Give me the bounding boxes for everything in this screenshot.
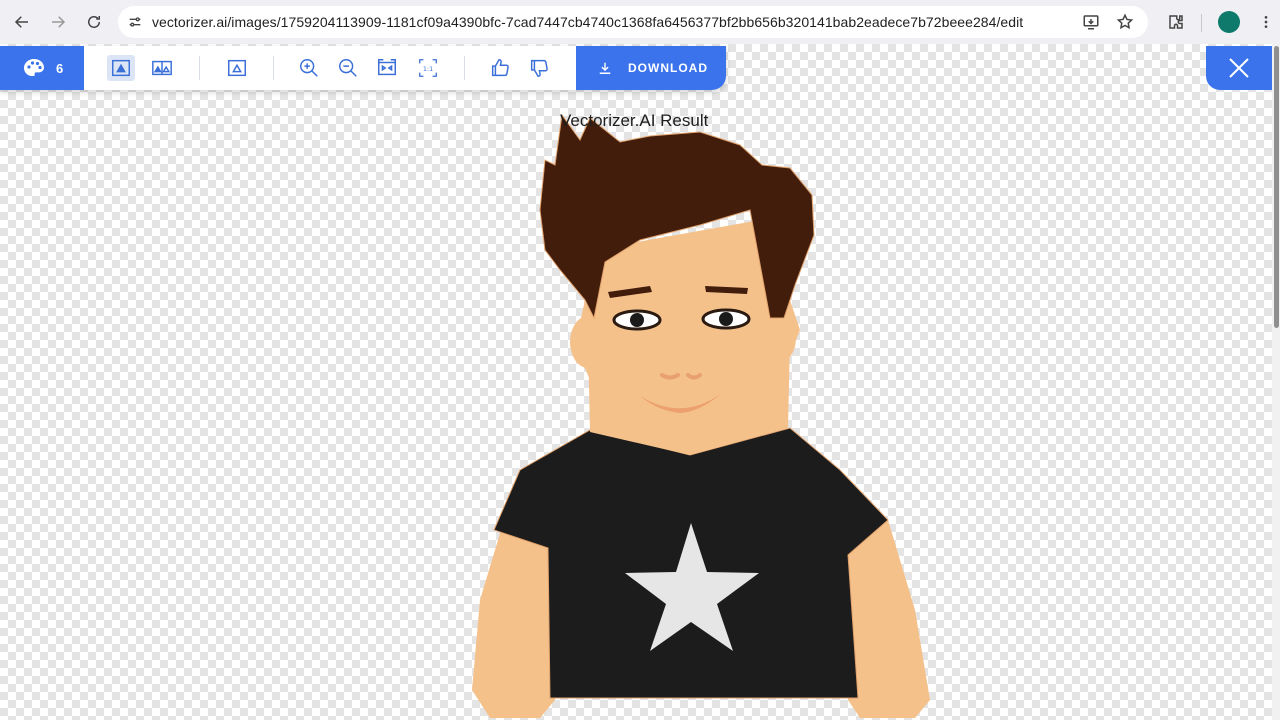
install-app-icon[interactable]	[1082, 13, 1100, 31]
actual-size-icon: 1:1	[419, 59, 437, 77]
overlay-view-icon	[228, 59, 246, 77]
address-bar[interactable]: vectorizer.ai/images/1759204113909-1181c…	[118, 6, 1148, 38]
reload-icon[interactable]	[80, 8, 108, 36]
thumbs-up-button[interactable]	[486, 55, 514, 81]
fit-to-screen-icon	[378, 59, 396, 76]
thumbs-up-icon	[491, 59, 509, 77]
menu-icon[interactable]	[1252, 8, 1280, 36]
back-icon[interactable]	[8, 8, 36, 36]
single-view-icon	[112, 59, 130, 77]
download-label: DOWNLOAD	[628, 61, 708, 75]
vectorized-image	[472, 113, 930, 718]
download-button[interactable]: DOWNLOAD	[576, 46, 726, 90]
right-ear	[764, 314, 796, 362]
forward-icon[interactable]	[44, 8, 72, 36]
svg-text:1:1: 1:1	[423, 65, 433, 73]
zoom-in-button[interactable]	[295, 55, 323, 81]
toolbar-separator	[273, 56, 274, 80]
overlay-view-button[interactable]	[223, 55, 251, 81]
download-icon	[599, 62, 611, 74]
zoom-in-icon	[300, 59, 318, 77]
left-ear	[570, 316, 606, 368]
side-by-side-view-button[interactable]	[148, 55, 176, 81]
side-by-side-view-icon	[152, 60, 172, 76]
close-button[interactable]	[1206, 46, 1272, 90]
left-arm	[472, 520, 555, 718]
site-info-icon[interactable]	[118, 6, 152, 38]
palette-button[interactable]: 6	[0, 46, 84, 90]
palette-icon	[24, 59, 44, 76]
toolbar-divider	[1201, 14, 1202, 32]
single-view-button[interactable]	[107, 55, 135, 81]
zoom-out-icon	[339, 59, 357, 77]
browser-toolbar: vectorizer.ai/images/1759204113909-1181c…	[0, 0, 1280, 44]
actual-size-button[interactable]: 1:1	[414, 55, 442, 81]
close-icon	[1229, 58, 1249, 78]
zoom-out-button[interactable]	[334, 55, 362, 81]
scrollbar-thumb[interactable]	[1274, 46, 1279, 328]
fit-to-screen-button[interactable]	[373, 55, 401, 81]
profile-avatar[interactable]	[1218, 11, 1240, 33]
thumbs-down-icon	[530, 59, 548, 77]
palette-count: 6	[56, 60, 64, 76]
editor-toolbar: 6 1:1 DOWNLOAD	[0, 46, 726, 90]
extensions-icon[interactable]	[1162, 8, 1190, 36]
toolbar-separator	[464, 56, 465, 80]
result-title: Vectorizer.AI Result	[560, 111, 709, 130]
url-text[interactable]: vectorizer.ai/images/1759204113909-1181c…	[152, 14, 1052, 30]
bookmark-star-icon[interactable]	[1116, 13, 1134, 31]
toolbar-separator	[199, 56, 200, 80]
thumbs-down-button[interactable]	[525, 55, 553, 81]
